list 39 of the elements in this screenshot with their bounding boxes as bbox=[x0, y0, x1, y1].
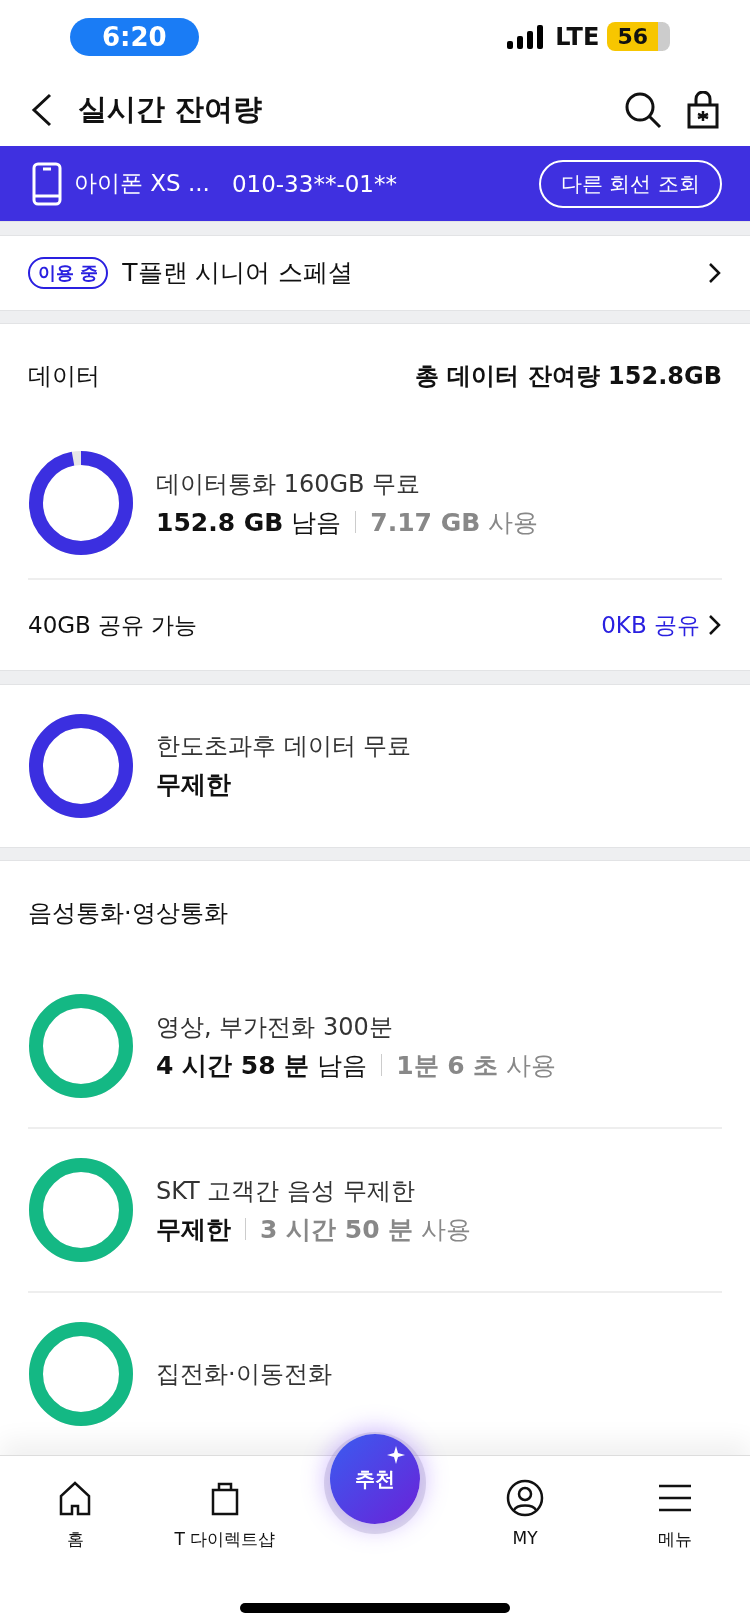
recommend-button[interactable]: 추천 bbox=[330, 1434, 420, 1524]
nav-tab[interactable]: T 다이렉트샵 bbox=[150, 1456, 300, 1569]
nav-tab[interactable]: 메뉴 bbox=[600, 1456, 750, 1569]
plan-name[interactable]: T플랜 시니어 스페셜 bbox=[122, 256, 694, 290]
page-title: 실시간 잔여량 bbox=[78, 90, 264, 128]
remaining-amount: 4 시간 58 분 남음 bbox=[156, 1049, 368, 1082]
chevron-icon bbox=[708, 614, 722, 637]
remaining-amount: 152.8 GB 남음 bbox=[156, 506, 342, 539]
section-title: 데이터 bbox=[28, 361, 100, 393]
nav-tab[interactable]: MY bbox=[450, 1456, 600, 1569]
phone-number: 010-33**-01** bbox=[231, 170, 398, 197]
lock-bag-icon[interactable] bbox=[686, 90, 720, 129]
total-remaining: 총 데이터 잔여량 152.8GB bbox=[415, 361, 722, 393]
sparkle-icon bbox=[387, 1446, 405, 1464]
usage-title: 한도초과후 데이터 무료 bbox=[156, 731, 412, 763]
usage-title: SKT 고객간 음성 무제한 bbox=[156, 1175, 416, 1207]
network-type: LTE bbox=[555, 22, 600, 51]
chevron-icon[interactable] bbox=[708, 261, 722, 284]
search-icon[interactable] bbox=[624, 90, 662, 129]
section-title: 음성통화·영상통화 bbox=[28, 898, 228, 929]
used-amount: 1분 6 초 사용 bbox=[396, 1049, 557, 1082]
usage-title: 집전화·이동전화 bbox=[156, 1359, 332, 1390]
used-amount: 7.17 GB 사용 bbox=[370, 506, 539, 539]
used-amount: 3 시간 50 분 사용 bbox=[260, 1213, 472, 1246]
battery-level: 56 bbox=[607, 22, 670, 52]
device-name: 아이폰 XS ... bbox=[74, 169, 210, 199]
usage-title: 영상, 부가전화 300분 bbox=[156, 1011, 394, 1043]
share-link[interactable]: 0KB 공유 bbox=[601, 609, 722, 641]
nav-tab[interactable]: 홈 bbox=[0, 1456, 150, 1569]
remaining-amount: 무제한 bbox=[156, 1213, 231, 1246]
usage-title: 데이터통화 160GB 무료 bbox=[156, 468, 422, 500]
clock: 6:20 bbox=[70, 17, 199, 56]
remaining-amount: 무제한 bbox=[156, 769, 231, 802]
status-badge: 이용 중 bbox=[28, 256, 109, 289]
share-available: 40GB 공유 가능 bbox=[28, 610, 198, 640]
other-line-button[interactable]: 다른 회선 조회 bbox=[538, 159, 722, 208]
back-icon[interactable] bbox=[30, 92, 54, 127]
phone-icon bbox=[32, 161, 62, 206]
person-icon bbox=[505, 1478, 545, 1518]
